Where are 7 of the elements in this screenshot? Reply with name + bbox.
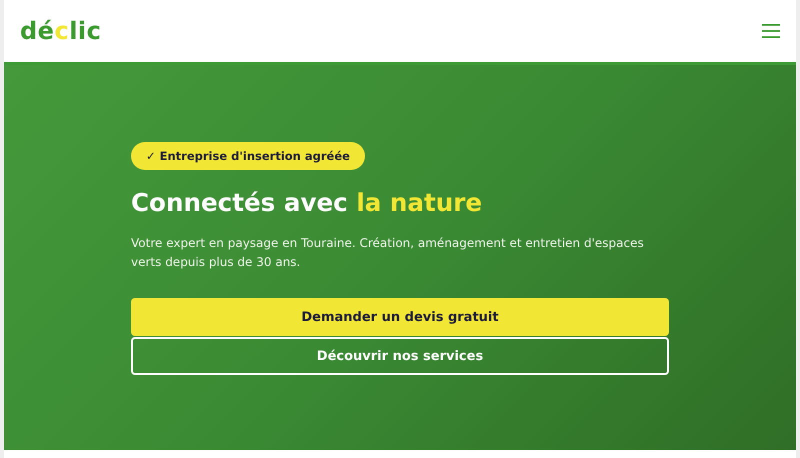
hero-title: Connectés avec la nature bbox=[131, 188, 484, 217]
services-button[interactable]: Découvrir nos services bbox=[131, 337, 669, 375]
logo[interactable]: déclic bbox=[20, 17, 102, 45]
certification-badge: ✓ Entreprise d'insertion agréée bbox=[131, 142, 365, 170]
menu-icon[interactable] bbox=[762, 23, 780, 39]
hero-description: Votre expert en paysage en Touraine. Création, aménagement et entretien d'espaces verts depuis plus de 30 ans. bbox=[131, 235, 645, 271]
quote-button[interactable]: Demander un devis gratuit bbox=[131, 298, 669, 336]
